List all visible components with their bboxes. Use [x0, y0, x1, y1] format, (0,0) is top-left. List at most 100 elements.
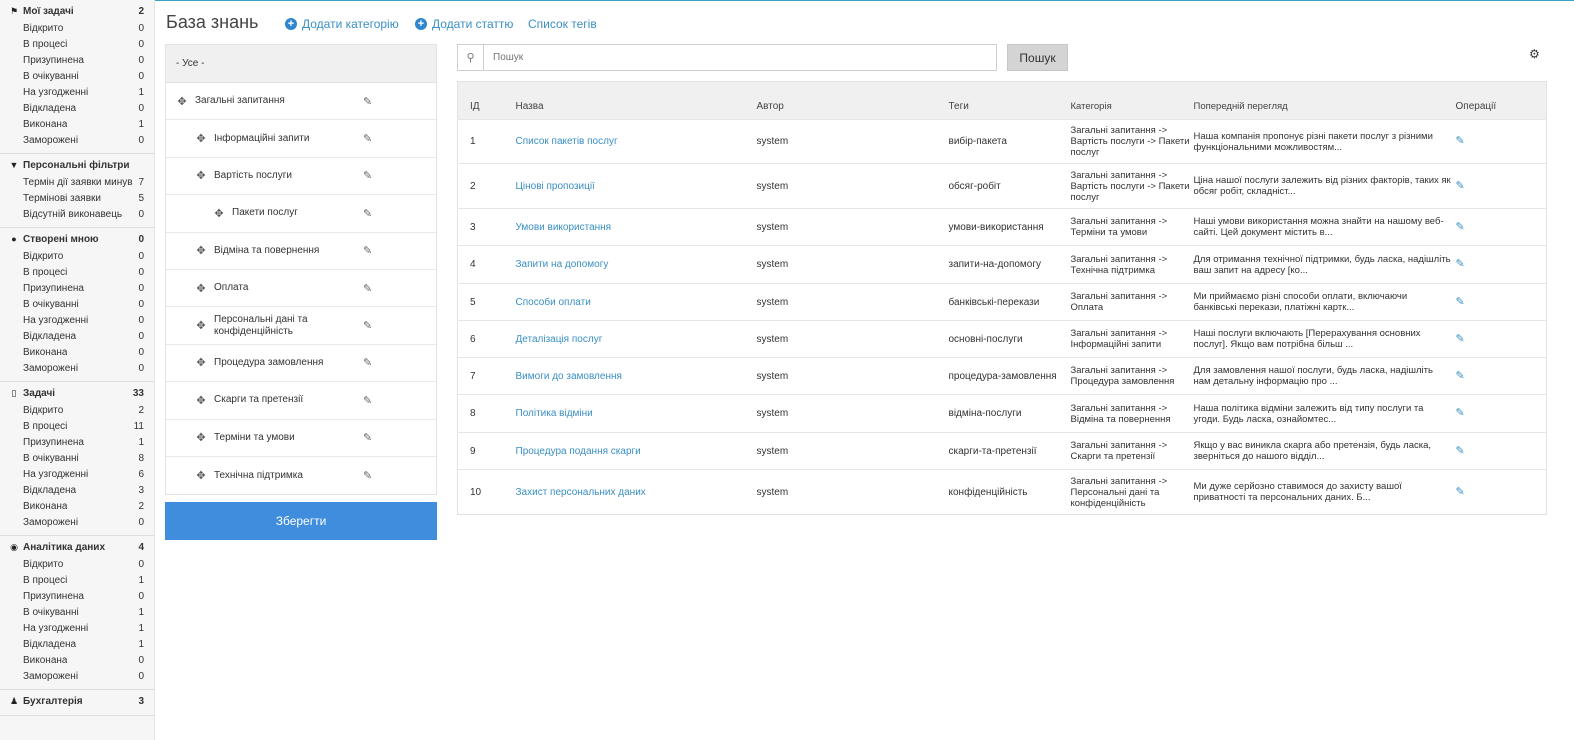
- category-item[interactable]: ✥ Пакети послуг ✎: [166, 195, 436, 233]
- drag-handle-icon[interactable]: ✥: [195, 282, 207, 295]
- tag-list-link[interactable]: Список тегів: [528, 17, 597, 31]
- sidebar-item[interactable]: Призупинена 0: [0, 52, 154, 68]
- sidebar-group-header[interactable]: ▼ Персональні фільтри: [0, 156, 154, 174]
- category-item[interactable]: ✥ Оплата ✎: [166, 270, 436, 308]
- sidebar-item[interactable]: Заморожені 0: [0, 668, 154, 684]
- drag-handle-icon[interactable]: ✥: [195, 169, 207, 182]
- edit-pencil-icon[interactable]: ✎: [363, 319, 372, 332]
- edit-pencil-icon[interactable]: ✎: [363, 356, 372, 369]
- article-link[interactable]: Захист персональних даних: [516, 487, 646, 498]
- sidebar-item[interactable]: Виконана 0: [0, 652, 154, 668]
- article-link[interactable]: Процедура подання скарги: [516, 446, 641, 457]
- sidebar-group-header[interactable]: ▯ Задачі 33: [0, 384, 154, 402]
- sidebar-item[interactable]: Відкладена 1: [0, 636, 154, 652]
- sidebar-item[interactable]: В очікуванні 0: [0, 68, 154, 84]
- article-link[interactable]: Список пакетів послуг: [516, 136, 618, 147]
- edit-pencil-icon[interactable]: ✎: [1456, 333, 1465, 345]
- sidebar-item[interactable]: Відкладена 0: [0, 328, 154, 344]
- sidebar-item[interactable]: На узгодженні 0: [0, 312, 154, 328]
- sidebar-item[interactable]: Термінові заявки 5: [0, 190, 154, 206]
- drag-handle-icon[interactable]: ✥: [195, 244, 207, 257]
- sidebar-item[interactable]: В очікуванні 1: [0, 604, 154, 620]
- sidebar-item[interactable]: Відсутній виконавець 0: [0, 206, 154, 222]
- article-link[interactable]: Цінові пропозиції: [516, 181, 595, 192]
- sidebar-item[interactable]: Призупинена 1: [0, 434, 154, 450]
- sidebar-item[interactable]: Відкладена 3: [0, 482, 154, 498]
- article-link[interactable]: Способи оплати: [516, 297, 591, 308]
- edit-pencil-icon[interactable]: ✎: [1456, 296, 1465, 308]
- category-item[interactable]: ✥ Персональні дані та конфіденційність ✎: [166, 307, 436, 345]
- col-category[interactable]: Категорія: [1071, 82, 1194, 120]
- col-title[interactable]: Назва: [516, 82, 757, 120]
- add-article-link[interactable]: + Додати статтю: [415, 17, 513, 31]
- category-item[interactable]: ✥ Відміна та повернення ✎: [166, 233, 436, 270]
- drag-handle-icon[interactable]: ✥: [195, 394, 207, 407]
- sidebar-group-header[interactable]: ● Створені мною 0: [0, 230, 154, 248]
- category-item[interactable]: ✥ Інформаційні запити ✎: [166, 120, 436, 158]
- gear-icon[interactable]: ⚙: [1529, 47, 1540, 61]
- sidebar-item[interactable]: Виконана 1: [0, 116, 154, 132]
- drag-handle-icon[interactable]: ✥: [195, 132, 207, 145]
- sidebar-item[interactable]: В процесі 0: [0, 36, 154, 52]
- sidebar-item[interactable]: На узгодженні 1: [0, 620, 154, 636]
- sidebar-item[interactable]: Відкрито 0: [0, 20, 154, 36]
- category-all[interactable]: - Усе -: [166, 45, 436, 83]
- edit-pencil-icon[interactable]: ✎: [1456, 370, 1465, 382]
- article-link[interactable]: Деталізація послуг: [516, 334, 603, 345]
- sidebar-group-header[interactable]: ♟ Бухгалтерія 3: [0, 692, 154, 710]
- drag-handle-icon[interactable]: ✥: [195, 431, 207, 444]
- category-item[interactable]: ✥ Терміни та умови ✎: [166, 420, 436, 457]
- edit-pencil-icon[interactable]: ✎: [363, 207, 372, 220]
- article-link[interactable]: Запити на допомогу: [516, 259, 609, 270]
- sidebar-item[interactable]: Призупинена 0: [0, 588, 154, 604]
- edit-pencil-icon[interactable]: ✎: [363, 394, 372, 407]
- sidebar-item[interactable]: Відкрито 0: [0, 556, 154, 572]
- edit-pencil-icon[interactable]: ✎: [363, 244, 372, 257]
- edit-pencil-icon[interactable]: ✎: [1456, 407, 1465, 419]
- sidebar-item[interactable]: На узгодженні 1: [0, 84, 154, 100]
- category-item[interactable]: ✥ Процедура замовлення ✎: [166, 345, 436, 383]
- sidebar-item[interactable]: Заморожені 0: [0, 360, 154, 376]
- edit-pencil-icon[interactable]: ✎: [363, 431, 372, 444]
- add-category-link[interactable]: + Додати категорію: [285, 17, 399, 31]
- edit-pencil-icon[interactable]: ✎: [1456, 135, 1465, 147]
- edit-pencil-icon[interactable]: ✎: [363, 469, 372, 482]
- search-input[interactable]: [484, 52, 996, 63]
- sidebar-item[interactable]: Відкрито 2: [0, 402, 154, 418]
- article-link[interactable]: Вимоги до замовлення: [516, 371, 622, 382]
- sidebar-item[interactable]: На узгодженні 6: [0, 466, 154, 482]
- sidebar-item[interactable]: Виконана 2: [0, 498, 154, 514]
- sidebar-item[interactable]: Виконана 0: [0, 344, 154, 360]
- article-link[interactable]: Політика відміни: [516, 408, 593, 419]
- sidebar-item[interactable]: В процесі 11: [0, 418, 154, 434]
- search-button[interactable]: Пошук: [1007, 44, 1068, 71]
- sidebar-item[interactable]: Призупинена 0: [0, 280, 154, 296]
- col-id[interactable]: ІД: [458, 82, 516, 120]
- edit-pencil-icon[interactable]: ✎: [1456, 180, 1465, 192]
- edit-pencil-icon[interactable]: ✎: [363, 132, 372, 145]
- sidebar-item[interactable]: Заморожені 0: [0, 514, 154, 530]
- category-item[interactable]: ✥ Вартість послуги ✎: [166, 158, 436, 196]
- category-item[interactable]: ✥ Технічна підтримка ✎: [166, 457, 436, 494]
- sidebar-item[interactable]: Заморожені 0: [0, 132, 154, 148]
- edit-pencil-icon[interactable]: ✎: [1456, 445, 1465, 457]
- sidebar-item[interactable]: В процесі 1: [0, 572, 154, 588]
- edit-pencil-icon[interactable]: ✎: [1456, 486, 1465, 498]
- edit-pencil-icon[interactable]: ✎: [363, 282, 372, 295]
- drag-handle-icon[interactable]: ✥: [195, 469, 207, 482]
- sidebar-item[interactable]: Відкрито 0: [0, 248, 154, 264]
- edit-pencil-icon[interactable]: ✎: [1456, 221, 1465, 233]
- category-item[interactable]: ✥ Загальні запитання ✎: [166, 83, 436, 121]
- category-item[interactable]: ✥ Скарги та претензії ✎: [166, 382, 436, 420]
- edit-pencil-icon[interactable]: ✎: [1456, 258, 1465, 270]
- edit-pencil-icon[interactable]: ✎: [363, 95, 372, 108]
- edit-pencil-icon[interactable]: ✎: [363, 169, 372, 182]
- sidebar-item[interactable]: В очікуванні 8: [0, 450, 154, 466]
- sidebar-group-header[interactable]: ◉ Аналітика даних 4: [0, 538, 154, 556]
- sidebar-item[interactable]: Відкладена 0: [0, 100, 154, 116]
- col-tags[interactable]: Теги: [949, 82, 1071, 120]
- drag-handle-icon[interactable]: ✥: [195, 319, 207, 332]
- drag-handle-icon[interactable]: ✥: [176, 95, 188, 108]
- sidebar-group-header[interactable]: ⚑ Мої задачі 2: [0, 2, 154, 20]
- drag-handle-icon[interactable]: ✥: [213, 207, 225, 220]
